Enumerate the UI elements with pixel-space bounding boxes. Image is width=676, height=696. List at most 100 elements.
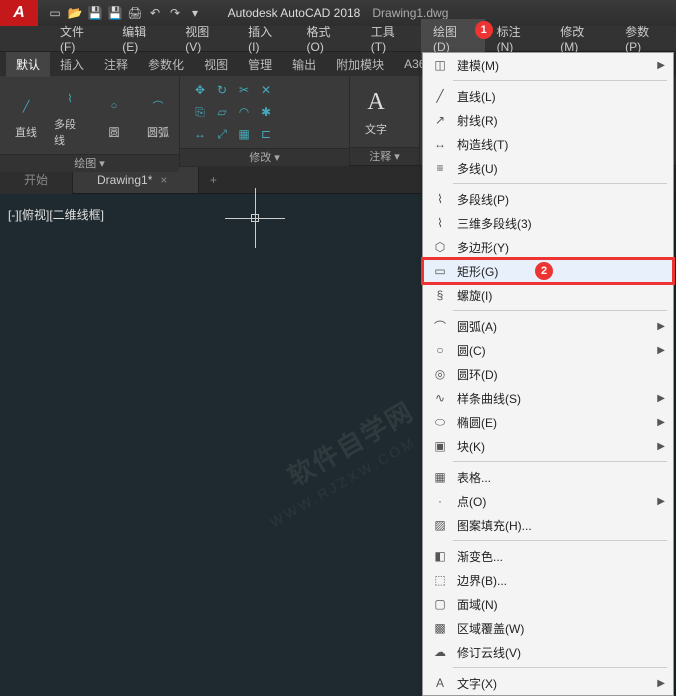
menu-item-label: 构造线(T) xyxy=(457,136,665,153)
helix-icon: § xyxy=(429,288,451,302)
menu-item-wipeout[interactable]: ▩区域覆盖(W) xyxy=(423,616,673,640)
menu-item-label: 螺旋(I) xyxy=(457,287,665,304)
add-tab-button[interactable]: + xyxy=(199,173,227,187)
menu-view[interactable]: 视图(V) xyxy=(173,19,236,58)
offset-icon[interactable]: ⊏ xyxy=(256,124,276,144)
menu-insert[interactable]: 插入(I) xyxy=(236,19,294,58)
polyline-icon: ⌇ xyxy=(54,82,86,114)
trim-icon[interactable]: ✂ xyxy=(234,80,254,100)
menu-item-label: 块(K) xyxy=(457,438,657,455)
menu-edit[interactable]: 编辑(E) xyxy=(110,19,173,58)
mirror-icon[interactable]: ▱ xyxy=(212,102,232,122)
menu-item-label: 圆(C) xyxy=(457,342,657,359)
menu-item-spline[interactable]: ∿ 样条曲线(S)▶ xyxy=(423,386,673,410)
menu-item-block[interactable]: ▣块(K)▶ xyxy=(423,434,673,458)
menu-item-label: 区域覆盖(W) xyxy=(457,620,665,637)
menu-separator xyxy=(453,80,667,81)
menu-item-3dpoly[interactable]: ⌇三维多段线(3) xyxy=(423,211,673,235)
menu-item-mline[interactable]: ≡多线(U) xyxy=(423,156,673,180)
circle-icon: ○ xyxy=(429,343,451,357)
menu-item-pline[interactable]: ⌇多段线(P) xyxy=(423,187,673,211)
menu-item-gradient[interactable]: ◧ 渐变色... xyxy=(423,544,673,568)
menu-item-region[interactable]: ▢面域(N) xyxy=(423,592,673,616)
panel-draw-title[interactable]: 绘图 ▾ xyxy=(0,154,179,172)
menu-separator xyxy=(453,461,667,462)
ray-icon: ↗ xyxy=(429,113,451,127)
rotate-icon[interactable]: ↻ xyxy=(212,80,232,100)
copy-icon[interactable]: ⎘ xyxy=(190,102,210,122)
erase-icon[interactable]: ✕ xyxy=(256,80,276,100)
fillet-icon[interactable]: ◠ xyxy=(234,102,254,122)
menu-item-polygon[interactable]: ⬡多边形(Y) xyxy=(423,235,673,259)
menu-tools[interactable]: 工具(T) xyxy=(359,19,421,58)
submenu-arrow-icon: ▶ xyxy=(657,496,665,507)
menu-item-label: 圆弧(A) xyxy=(457,318,657,335)
title-text: Autodesk AutoCAD 2018 Drawing1.dwg xyxy=(228,6,449,20)
menu-item-ray[interactable]: ↗射线(R) xyxy=(423,108,673,132)
mline-icon: ≡ xyxy=(429,161,451,175)
circle-button[interactable]: ○圆 xyxy=(94,88,134,142)
menu-format[interactable]: 格式(O) xyxy=(295,19,359,58)
menu-item-modeling[interactable]: ◫建模(M)▶ xyxy=(423,53,673,77)
line-label: 直线 xyxy=(15,124,37,140)
arc-button[interactable]: ⌒ 圆弧 xyxy=(138,88,178,142)
submenu-arrow-icon: ▶ xyxy=(657,321,665,332)
menu-item-arc[interactable]: ⌒圆弧(A)▶ xyxy=(423,314,673,338)
menu-item-xline[interactable]: ↔ 构造线(T) xyxy=(423,132,673,156)
panel-annotate-title[interactable]: 注释 ▾ xyxy=(350,147,419,165)
panel-modify: ✥ ↻ ✂ ✕ ⎘ ▱ ◠ ✱ ↔ ⤢ ▦ ⊏ 修改 ▾ xyxy=(180,76,350,165)
close-icon[interactable]: × xyxy=(160,173,174,187)
menu-item-donut[interactable]: ◎圆环(D) xyxy=(423,362,673,386)
text-icon: A xyxy=(429,676,451,690)
array-icon[interactable]: ▦ xyxy=(234,124,254,144)
submenu-arrow-icon: ▶ xyxy=(657,417,665,428)
region-icon: ▢ xyxy=(429,597,451,611)
text-button[interactable]: A文字 xyxy=(356,85,396,139)
circle-icon: ○ xyxy=(98,90,130,122)
menu-item-text[interactable]: A文字(X)▶ xyxy=(423,671,673,695)
submenu-arrow-icon: ▶ xyxy=(657,393,665,404)
move-icon[interactable]: ✥ xyxy=(190,80,210,100)
menu-item-helix[interactable]: § 螺旋(I) xyxy=(423,283,673,307)
menu-item-label: 多段线(P) xyxy=(457,191,665,208)
menu-item-circle[interactable]: ○圆(C)▶ xyxy=(423,338,673,362)
line-button[interactable]: ╱ 直线 xyxy=(6,88,46,142)
menu-item-label: 图案填充(H)... xyxy=(457,517,665,534)
menu-separator xyxy=(453,183,667,184)
modeling-icon: ◫ xyxy=(429,58,451,72)
gradient-icon: ◧ xyxy=(429,549,451,563)
menu-item-boundary[interactable]: ⬚边界(B)... xyxy=(423,568,673,592)
rtab-default[interactable]: 默认 xyxy=(6,52,50,77)
xline-icon: ↔ xyxy=(429,137,451,151)
menu-item-revcloud[interactable]: ☁修订云线(V) xyxy=(423,640,673,664)
arc-label: 圆弧 xyxy=(147,124,169,140)
menu-item-point[interactable]: ·点(O)▶ xyxy=(423,489,673,513)
menu-file[interactable]: 文件(F) xyxy=(48,19,110,58)
menu-item-line[interactable]: ╱直线(L) xyxy=(423,84,673,108)
menu-item-table[interactable]: ▦表格... xyxy=(423,465,673,489)
ellipse-icon: ⬭ xyxy=(429,415,451,430)
submenu-arrow-icon: ▶ xyxy=(657,441,665,452)
menu-separator xyxy=(453,667,667,668)
view-label[interactable]: [-][俯视][二维线框] xyxy=(8,206,104,223)
menu-item-hatch[interactable]: ▨ 图案填充(H)... xyxy=(423,513,673,537)
line-icon: ╱ xyxy=(10,90,42,122)
menu-item-label: 直线(L) xyxy=(457,88,665,105)
app-logo[interactable]: A xyxy=(0,0,38,26)
stretch-icon[interactable]: ↔ xyxy=(190,124,210,144)
menu-item-label: 渐变色... xyxy=(457,548,665,565)
spline-icon: ∿ xyxy=(429,391,451,405)
polyline-button[interactable]: ⌇多段线 xyxy=(50,80,90,150)
watermark-url: WWW.RJZXW.COM xyxy=(267,434,419,531)
menu-item-label: 样条曲线(S) xyxy=(457,390,657,407)
rect-icon: ▭ xyxy=(429,264,451,278)
scale-icon[interactable]: ⤢ xyxy=(212,124,232,144)
explode-icon[interactable]: ✱ xyxy=(256,102,276,122)
arc-icon: ⌒ xyxy=(142,90,174,122)
hatch-icon: ▨ xyxy=(429,518,451,532)
menu-item-ellipse[interactable]: ⬭椭圆(E)▶ xyxy=(423,410,673,434)
text-icon: A xyxy=(360,87,392,119)
menu-item-rect[interactable]: ▭矩形(G)2 xyxy=(423,259,673,283)
draw-menu-dropdown: ◫建模(M)▶ ╱直线(L)↗射线(R) ↔ 构造线(T) ≡多线(U) ⌇多段线(P)⌇… xyxy=(422,52,674,696)
panel-modify-title[interactable]: 修改 ▾ xyxy=(180,148,349,166)
